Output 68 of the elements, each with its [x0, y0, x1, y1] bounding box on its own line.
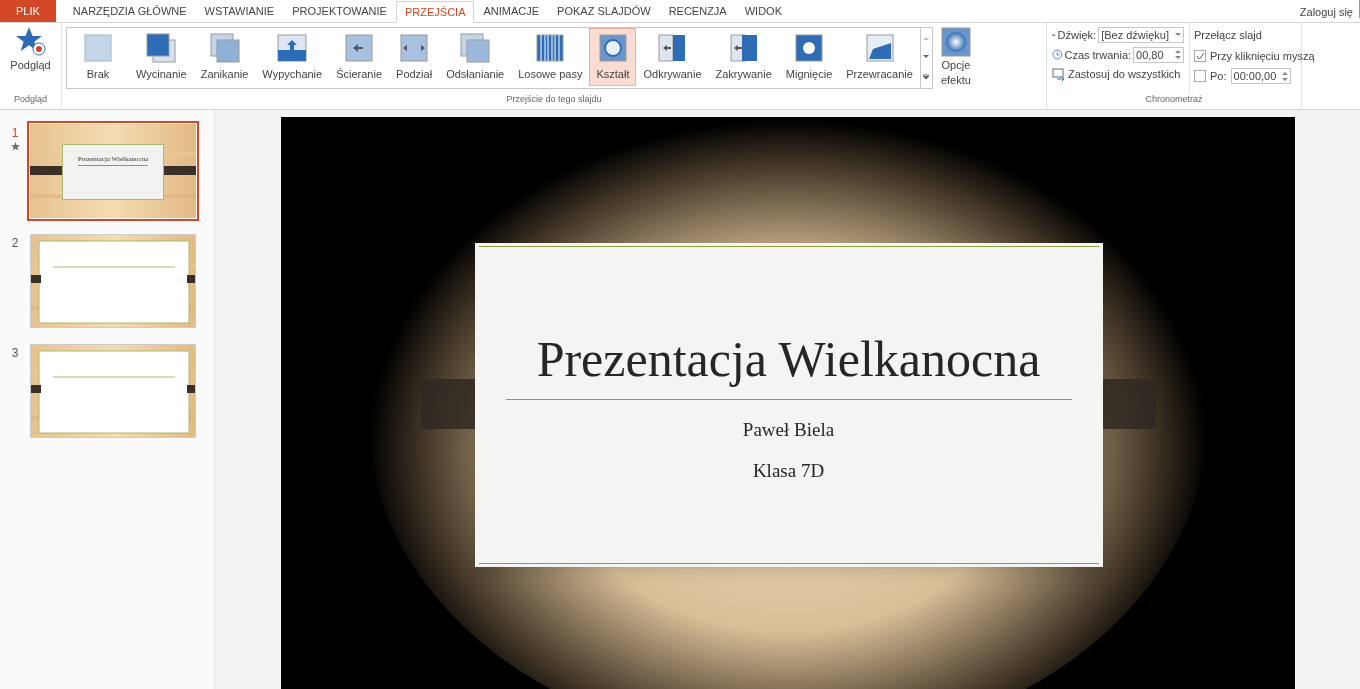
ribbon-tab[interactable]: ANIMACJE — [474, 0, 549, 22]
after-time-spinner[interactable]: 00:00,00 — [1230, 68, 1292, 85]
transition-option[interactable]: Mignięcie — [778, 28, 840, 86]
ribbon-tab[interactable]: RECENZJA — [659, 0, 736, 22]
transition-option[interactable]: Zakrywanie — [708, 28, 779, 86]
duration-spinner[interactable]: 00,80 — [1133, 46, 1184, 63]
sign-in-link[interactable]: Zaloguj się — [1299, 0, 1360, 18]
transition-option[interactable]: Odkrywanie — [636, 28, 709, 86]
transition-icon — [398, 32, 431, 64]
slide-number: 1 — [11, 125, 19, 142]
transition-option[interactable]: Wypychanie — [255, 28, 330, 86]
transition-icon — [727, 32, 760, 64]
scroll-down-icon[interactable] — [923, 55, 930, 59]
transition-icon — [145, 32, 178, 64]
ribbon-tab[interactable]: PRZEJŚCIA — [395, 1, 475, 23]
checkbox[interactable] — [1194, 70, 1206, 83]
transition-option[interactable]: Losowe pasy — [511, 28, 590, 86]
ribbon-tab[interactable]: WIDOK — [735, 0, 791, 22]
ribbon-tab[interactable]: PROJEKTOWANIE — [283, 0, 396, 22]
checkbox-label: Po: — [1210, 69, 1227, 84]
slide-title: Prezentacja Wielkanocna — [505, 329, 1072, 400]
slide-thumbnail[interactable] — [30, 344, 196, 438]
gallery-scrollbar[interactable] — [919, 28, 932, 88]
apply-icon — [1052, 67, 1066, 81]
transition-option[interactable]: Odsłanianie — [439, 28, 512, 86]
slide-number: 3 — [11, 345, 19, 362]
transition-option[interactable]: Brak — [67, 28, 129, 86]
transition-option[interactable]: Kształt — [589, 28, 637, 86]
caret-icon — [1175, 33, 1181, 38]
sound-dropdown[interactable]: [Bez dźwięku] — [1098, 27, 1184, 44]
group-label: Podgląd — [13, 93, 48, 106]
transition-icon — [534, 32, 567, 64]
transition-icon — [459, 32, 492, 64]
slide-number: 2 — [11, 235, 19, 252]
ribbon-tab[interactable]: WSTAWIANIE — [195, 0, 284, 22]
slide-thumbnail[interactable] — [30, 234, 196, 328]
preview-button[interactable]: Podgląd — [0, 23, 61, 93]
transition-icon — [276, 32, 309, 64]
duration-label: Czas trwania: — [1064, 47, 1132, 63]
transition-icon — [596, 32, 629, 64]
clock-icon — [1052, 48, 1063, 62]
transition-option[interactable]: Przewracanie — [839, 28, 920, 86]
transition-icon — [863, 32, 896, 64]
ribbon-tab[interactable]: POKAZ SLAJDÓW — [548, 0, 660, 22]
transition-icon — [208, 32, 241, 64]
group-label: Przejście do tego slajdu — [505, 93, 603, 106]
effect-options-button[interactable]: Opcje efektu — [936, 23, 975, 93]
transition-option[interactable]: Podział — [389, 28, 440, 86]
transition-icon — [82, 32, 114, 64]
transition-option[interactable]: Zanikanie — [193, 28, 256, 86]
spin-arrows-icon — [1175, 50, 1181, 60]
spin-arrows-icon — [1282, 71, 1289, 81]
transition-icon — [343, 32, 376, 64]
ribbon-tab[interactable]: NARZĘDZIA GŁÓWNE — [63, 0, 196, 22]
more-icon[interactable] — [923, 74, 930, 81]
transition-icon — [793, 32, 825, 64]
apply-to-all-button[interactable]: Zastosuj do wszystkich — [1052, 66, 1184, 83]
slide-subtitle: Klasa 7D — [752, 458, 825, 483]
sound-label: Dźwięk: — [1057, 28, 1097, 43]
star-icon — [14, 25, 47, 57]
group-label: Chronometraż — [1144, 93, 1204, 106]
advance-slide-label: Przełącz slajd — [1194, 28, 1263, 43]
slide-subtitle: Paweł Biela — [742, 418, 835, 442]
file-tab[interactable]: PLIK — [0, 0, 56, 22]
checkbox[interactable] — [1194, 49, 1206, 62]
checkbox-label: Przy kliknięciu myszą — [1210, 48, 1315, 64]
transition-option[interactable]: Wycinanie — [129, 28, 194, 86]
transition-option[interactable]: Ścieranie — [329, 28, 390, 86]
